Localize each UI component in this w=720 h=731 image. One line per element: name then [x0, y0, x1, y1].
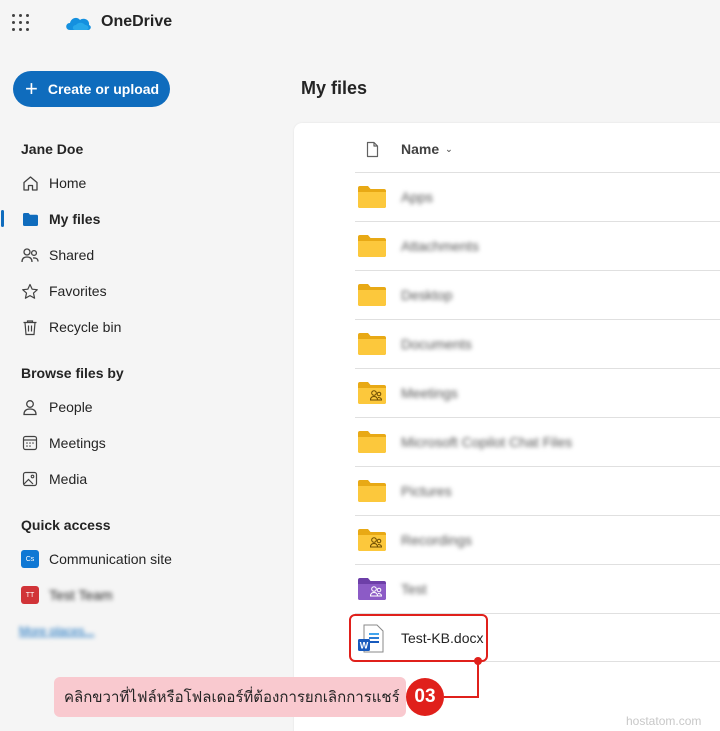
team-badge-icon: TT [21, 586, 39, 604]
nav-people[interactable]: People [21, 395, 93, 419]
folder-icon [358, 186, 386, 208]
instruction-callout: คลิกขวาที่ไฟล์หรือโฟลเดอร์ที่ต้องการยกเล… [54, 677, 406, 717]
nav-recycle-bin-label: Recycle bin [49, 319, 122, 335]
list-item[interactable]: Attachments [355, 221, 720, 270]
active-indicator [1, 210, 4, 227]
nav-favorites-label: Favorites [49, 283, 107, 299]
watermark: hostatom.com [626, 714, 702, 728]
trash-icon [21, 318, 39, 336]
file-name: Recordings [401, 532, 472, 548]
top-bar: OneDrive [0, 0, 720, 48]
list-item[interactable]: Desktop [355, 270, 720, 319]
file-name: Attachments [401, 238, 479, 254]
file-name: Test [401, 581, 427, 597]
name-column-header[interactable]: Name ⌄ [401, 141, 453, 157]
list-item[interactable]: Test [355, 564, 720, 613]
user-name: Jane Doe [21, 141, 84, 157]
quick-access-title: Quick access [21, 517, 111, 533]
home-icon [21, 174, 39, 192]
file-name: Meetings [401, 385, 458, 401]
folder-icon [21, 210, 39, 228]
folder-icon [358, 235, 386, 257]
file-name: Pictures [401, 483, 452, 499]
nav-my-files-label: My files [49, 211, 101, 227]
shared-folder-icon [358, 529, 386, 551]
file-name: Apps [401, 189, 433, 205]
nav-media-label: Media [49, 471, 88, 487]
app-launcher-icon[interactable] [12, 14, 29, 31]
site-badge-icon: Cs [21, 550, 39, 568]
list-item[interactable]: Microsoft Copilot Chat Files [355, 417, 720, 466]
file-name: Documents [401, 336, 472, 352]
calendar-icon [21, 434, 39, 452]
person-icon [21, 398, 39, 416]
list-item[interactable]: Meetings [355, 368, 720, 417]
plus-icon: + [25, 76, 38, 101]
browse-files-title: Browse files by [21, 365, 124, 381]
nav-shared-label: Shared [49, 247, 95, 263]
file-name: Desktop [401, 287, 453, 303]
app-brand[interactable]: OneDrive [101, 13, 172, 31]
nav-shared[interactable]: Shared [21, 243, 94, 267]
nav-meetings-label: Meetings [49, 435, 106, 451]
shared-folder-icon [358, 382, 386, 404]
chevron-down-icon: ⌄ [445, 143, 453, 154]
team-folder-icon [358, 578, 386, 600]
list-item[interactable]: Pictures [355, 466, 720, 515]
nav-recycle-bin[interactable]: Recycle bin [21, 315, 121, 339]
folder-icon [358, 431, 386, 453]
list-item[interactable]: Recordings [355, 515, 720, 564]
folder-icon [358, 480, 386, 502]
nav-my-files[interactable]: My files [21, 207, 100, 231]
folder-icon [358, 284, 386, 306]
step-number-badge: 03 [406, 678, 444, 716]
quick-communication-site-label: Communication site [49, 551, 172, 567]
nav-meetings[interactable]: Meetings [21, 431, 106, 455]
create-upload-button[interactable]: + Create or upload [13, 71, 170, 107]
page-title: My files [301, 78, 368, 98]
list-item[interactable]: Documents [355, 319, 720, 368]
file-name: Microsoft Copilot Chat Files [401, 434, 573, 450]
nav-media[interactable]: Media [21, 467, 87, 491]
quick-test-team-label: Test Team [49, 587, 113, 603]
more-places-link[interactable]: More places... [19, 624, 94, 638]
nav-people-label: People [49, 399, 93, 415]
onedrive-logo-icon [66, 17, 91, 30]
quick-test-team[interactable]: TT Test Team [21, 583, 113, 607]
image-icon [21, 470, 39, 488]
people-icon [21, 246, 39, 264]
nav-favorites[interactable]: Favorites [21, 279, 107, 303]
nav-home-label: Home [49, 175, 87, 191]
callout-connector [444, 657, 482, 698]
nav-home[interactable]: Home [21, 171, 86, 195]
name-column-label: Name [401, 141, 440, 157]
file-type-column-icon [366, 139, 379, 159]
quick-communication-site[interactable]: Cs Communication site [21, 547, 172, 571]
star-icon [21, 282, 39, 300]
folder-icon [358, 333, 386, 355]
create-upload-label: Create or upload [47, 81, 160, 97]
list-item[interactable]: Apps [355, 172, 720, 221]
